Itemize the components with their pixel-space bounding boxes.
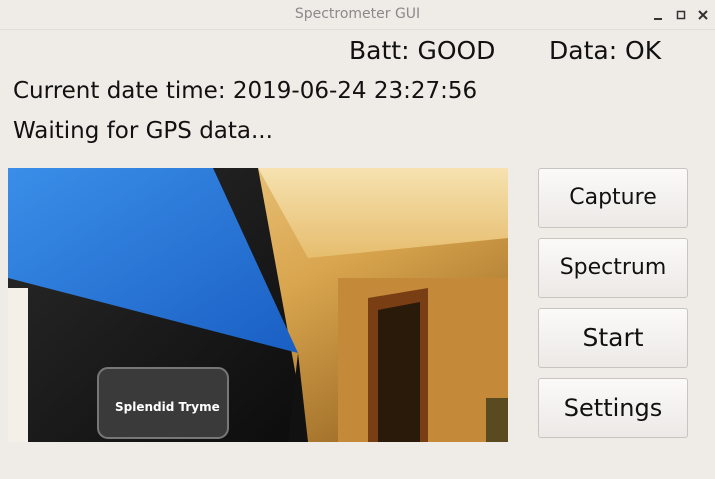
gps-status: Waiting for GPS data... xyxy=(13,118,273,144)
battery-status: Batt: GOOD xyxy=(349,36,496,65)
capture-button[interactable]: Capture xyxy=(538,168,688,228)
camera-image: Splendid Tryme xyxy=(8,168,508,442)
minimize-icon[interactable] xyxy=(651,8,665,22)
camera-preview: Splendid Tryme xyxy=(8,168,508,442)
title-bar: Spectrometer GUI xyxy=(0,0,715,30)
start-button[interactable]: Start xyxy=(538,308,688,368)
current-datetime: Current date time: 2019-06-24 23:27:56 xyxy=(13,78,478,104)
spectrum-button[interactable]: Spectrum xyxy=(538,238,688,298)
device-label: Splendid Tryme xyxy=(115,400,220,414)
close-icon[interactable] xyxy=(696,8,710,22)
settings-button[interactable]: Settings xyxy=(538,378,688,438)
data-status: Data: OK xyxy=(549,36,662,65)
maximize-icon[interactable] xyxy=(674,8,688,22)
window-title: Spectrometer GUI xyxy=(294,6,421,22)
